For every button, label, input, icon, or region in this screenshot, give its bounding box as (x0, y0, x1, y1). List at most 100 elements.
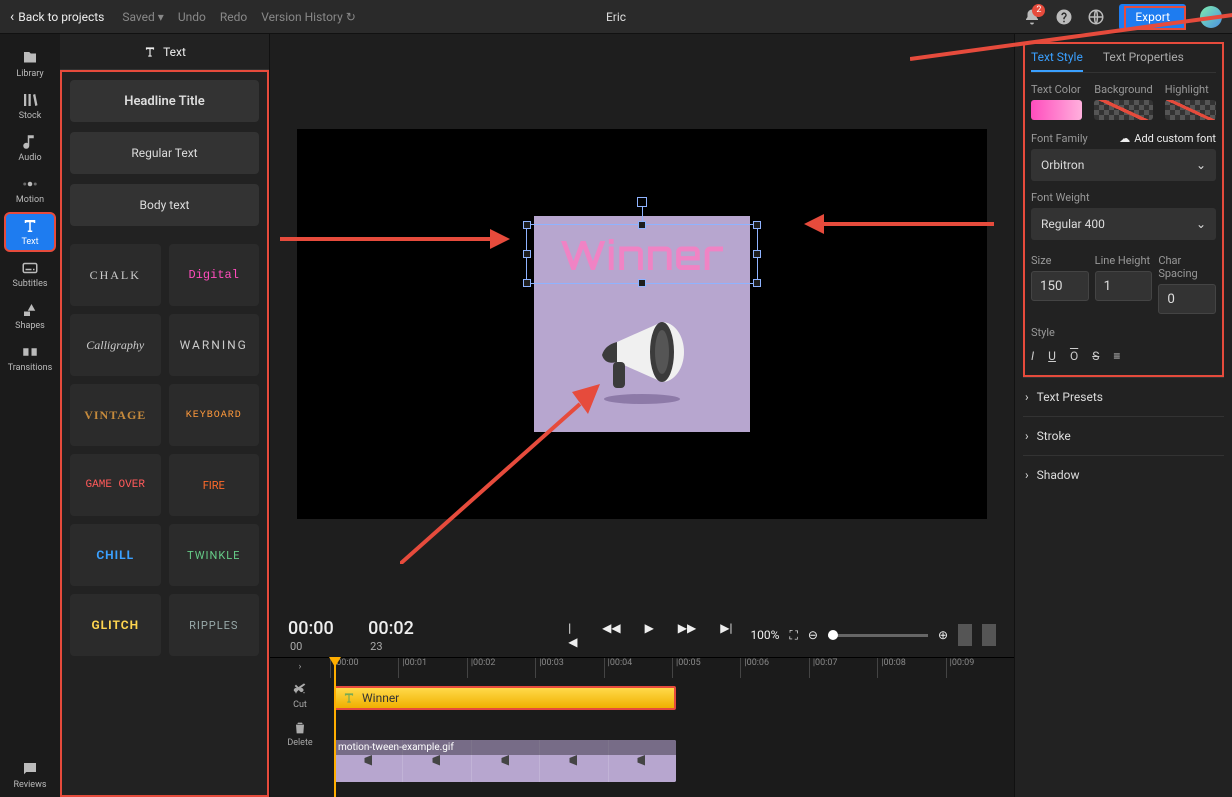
style-warning[interactable]: WARNING (169, 314, 260, 376)
label-charspacing: Char Spacing (1158, 254, 1216, 280)
style-digital[interactable]: Digital (169, 244, 260, 306)
preset-headline[interactable]: Headline Title (70, 80, 259, 122)
italic-icon[interactable]: I (1031, 349, 1034, 363)
nav-audio[interactable]: Audio (4, 128, 56, 168)
export-button[interactable]: Export (1119, 4, 1186, 30)
resize-handle[interactable] (523, 221, 531, 229)
forward-icon[interactable]: ▶▶ (678, 621, 696, 649)
ruler-tick: |00:08 (877, 658, 945, 678)
strikethrough-icon[interactable]: S (1092, 349, 1099, 363)
notifications-icon[interactable]: 2 (1023, 8, 1041, 26)
label-text-color: Text Color (1031, 83, 1082, 96)
resize-handle[interactable] (638, 279, 646, 287)
resize-handle[interactable] (753, 279, 761, 287)
overline-icon[interactable]: O (1070, 349, 1078, 363)
style-gameover[interactable]: GAME OVER (70, 454, 161, 516)
text-color-swatch[interactable] (1031, 100, 1082, 120)
preset-body[interactable]: Body text (70, 184, 259, 226)
ruler-tick: |00:05 (672, 658, 740, 678)
resize-handle[interactable] (753, 250, 761, 258)
text-panel: Text Headline Title Regular Text Body te… (60, 34, 270, 797)
style-vintage[interactable]: VINTAGE (70, 384, 161, 446)
accordion-text-presets[interactable]: ›Text Presets (1023, 377, 1224, 416)
ruler-tick: |00:02 (467, 658, 535, 678)
style-fire[interactable]: FIRE (169, 454, 260, 516)
panel-header: Text (60, 34, 269, 70)
resize-handle[interactable] (638, 221, 646, 229)
style-keyboard[interactable]: KEYBOARD (169, 384, 260, 446)
preset-regular[interactable]: Regular Text (70, 132, 259, 174)
zoom-in-icon[interactable]: ⊕ (938, 628, 948, 642)
skip-end-icon[interactable]: ▶| (720, 621, 732, 649)
style-glitch[interactable]: GLITCH (70, 594, 161, 656)
zoom-out-icon[interactable]: ⊖ (808, 628, 818, 642)
canvas-area[interactable]: Winner (270, 34, 1014, 613)
fullscreen-icon[interactable]: ⛶ (789, 628, 797, 643)
nav-transitions[interactable]: Transitions (4, 338, 56, 378)
nav-library[interactable]: Library (4, 44, 56, 84)
media-frame[interactable]: Winner (534, 216, 750, 432)
play-icon[interactable]: ▶ (645, 621, 654, 649)
timeline-tools: › Cut Delete (270, 658, 330, 797)
nav-shapes[interactable]: Shapes (4, 296, 56, 336)
timeline-ruler[interactable]: |00:00 |00:01 |00:02 |00:03 |00:04 |00:0… (330, 658, 1014, 678)
style-twinkle[interactable]: TWINKLE (169, 524, 260, 586)
ruler-tick: |00:01 (398, 658, 466, 678)
saved-status[interactable]: Saved ▾ (122, 10, 163, 24)
skip-start-icon[interactable]: |◀ (568, 621, 578, 649)
view-toggle[interactable] (958, 624, 972, 646)
view-toggle[interactable] (982, 624, 996, 646)
font-family-select[interactable]: Orbitron⌄ (1031, 149, 1216, 181)
avatar[interactable] (1200, 6, 1222, 28)
delete-button[interactable]: Delete (287, 720, 312, 748)
nav-subtitles[interactable]: Subtitles (4, 254, 56, 294)
resize-handle[interactable] (523, 279, 531, 287)
language-icon[interactable] (1087, 8, 1105, 26)
style-calligraphy[interactable]: Calligraphy (70, 314, 161, 376)
style-chalk[interactable]: CHALK (70, 244, 161, 306)
panel-title: Text (163, 45, 186, 59)
nav-motion[interactable]: Motion (4, 170, 56, 210)
style-ripples[interactable]: RIPPLES (169, 594, 260, 656)
ruler-tick: |00:06 (740, 658, 808, 678)
rotate-handle[interactable] (637, 197, 647, 207)
accordion-shadow[interactable]: ›Shadow (1023, 455, 1224, 494)
timeline[interactable]: › Cut Delete |00:00 |00:01 |00:02 |00:03… (270, 657, 1014, 797)
tab-text-style[interactable]: Text Style (1031, 50, 1083, 72)
add-custom-font[interactable]: ☁Add custom font (1119, 132, 1216, 145)
resize-handle[interactable] (523, 250, 531, 258)
media-clip-label: motion-tween-example.gif (334, 740, 676, 755)
nav-reviews[interactable]: Reviews (4, 755, 56, 795)
timeline-expand[interactable]: › (299, 662, 302, 672)
tab-text-properties[interactable]: Text Properties (1103, 50, 1184, 72)
font-weight-select[interactable]: Regular 400⌄ (1031, 208, 1216, 240)
back-to-projects[interactable]: ‹ Back to projects (10, 9, 104, 25)
project-title[interactable]: Eric (606, 10, 626, 24)
align-icon[interactable]: ≡ (1113, 349, 1120, 363)
style-chill[interactable]: CHILL (70, 524, 161, 586)
undo-button[interactable]: Undo (178, 10, 206, 24)
rewind-icon[interactable]: ◀◀ (602, 621, 620, 649)
nav-stock[interactable]: Stock (4, 86, 56, 126)
history-icon: ↻ (346, 10, 356, 24)
resize-handle[interactable] (753, 221, 761, 229)
history-group: Saved ▾ Undo Redo Version History ↻ (122, 10, 355, 24)
size-input[interactable] (1031, 271, 1089, 301)
redo-button[interactable]: Redo (220, 10, 247, 24)
nav-text[interactable]: Text (4, 212, 56, 252)
highlight-swatch[interactable] (1165, 100, 1216, 120)
zoom-percent[interactable]: 100% (750, 628, 779, 642)
text-clip[interactable]: Winner (334, 686, 676, 710)
version-history-button[interactable]: Version History ↻ (261, 10, 356, 24)
zoom-slider[interactable] (828, 634, 928, 637)
accordion-stroke[interactable]: ›Stroke (1023, 416, 1224, 455)
charspacing-input[interactable] (1158, 284, 1216, 314)
playhead[interactable] (334, 658, 336, 797)
help-icon[interactable] (1055, 8, 1073, 26)
media-clip[interactable]: motion-tween-example.gif (334, 740, 676, 782)
cut-button[interactable]: Cut (292, 682, 308, 710)
background-swatch[interactable] (1094, 100, 1152, 120)
selection-box[interactable] (526, 224, 758, 284)
lineheight-input[interactable] (1095, 271, 1153, 301)
underline-icon[interactable]: U (1048, 349, 1056, 363)
